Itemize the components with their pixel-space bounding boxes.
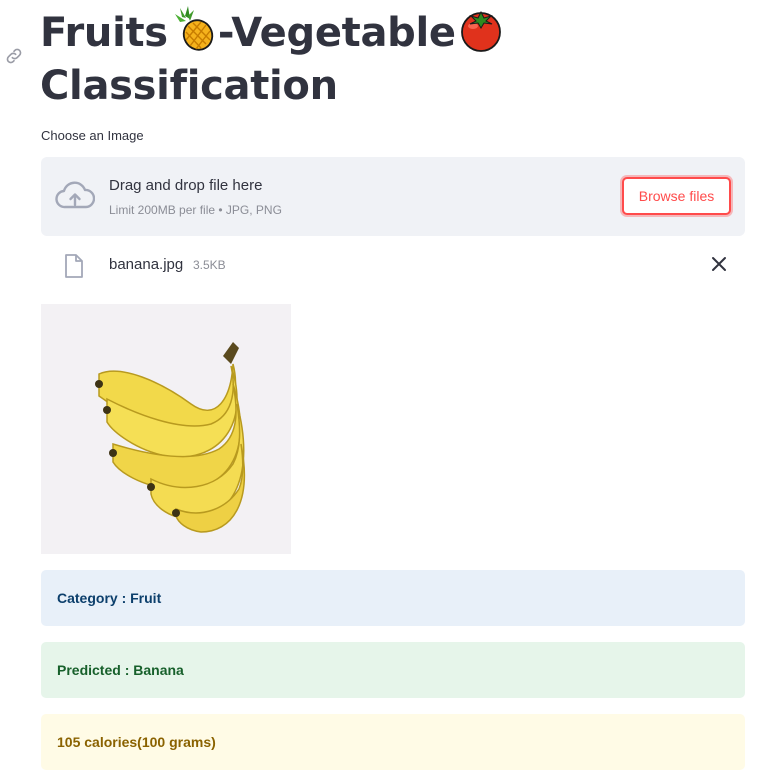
browse-files-button[interactable]: Browse files bbox=[622, 177, 731, 215]
uploaded-file-size: 3.5KB bbox=[193, 258, 226, 272]
calories-result-alert: 105 calories(100 grams) bbox=[41, 714, 745, 770]
uploaded-file-name: banana.jpg bbox=[109, 256, 184, 273]
title-word-fruits: Fruits bbox=[40, 10, 168, 56]
dropzone-title: Drag and drop file here bbox=[109, 177, 263, 194]
tomato-icon bbox=[460, 10, 501, 52]
title-word-vegetable: -Vegetable bbox=[217, 10, 456, 56]
banana-preview-image bbox=[41, 304, 291, 554]
predicted-result-alert: Predicted : Banana bbox=[41, 642, 745, 698]
page-title: Fruits -Vegetable Classification bbox=[40, 4, 740, 113]
file-icon bbox=[65, 254, 83, 278]
cloud-upload-icon bbox=[55, 181, 95, 209]
file-dropzone[interactable]: Drag and drop file here Limit 200MB per … bbox=[41, 157, 745, 236]
uploaded-file-row: banana.jpg 3.5KB bbox=[41, 245, 745, 285]
pineapple-icon bbox=[174, 6, 213, 51]
category-result-alert: Category : Fruit bbox=[41, 570, 745, 626]
uploader-label: Choose an Image bbox=[41, 128, 144, 143]
link-icon[interactable] bbox=[4, 46, 24, 66]
remove-file-close-icon[interactable] bbox=[709, 254, 729, 274]
title-line-classification: Classification bbox=[40, 63, 338, 109]
dropzone-limit-text: Limit 200MB per file • JPG, PNG bbox=[109, 203, 282, 217]
